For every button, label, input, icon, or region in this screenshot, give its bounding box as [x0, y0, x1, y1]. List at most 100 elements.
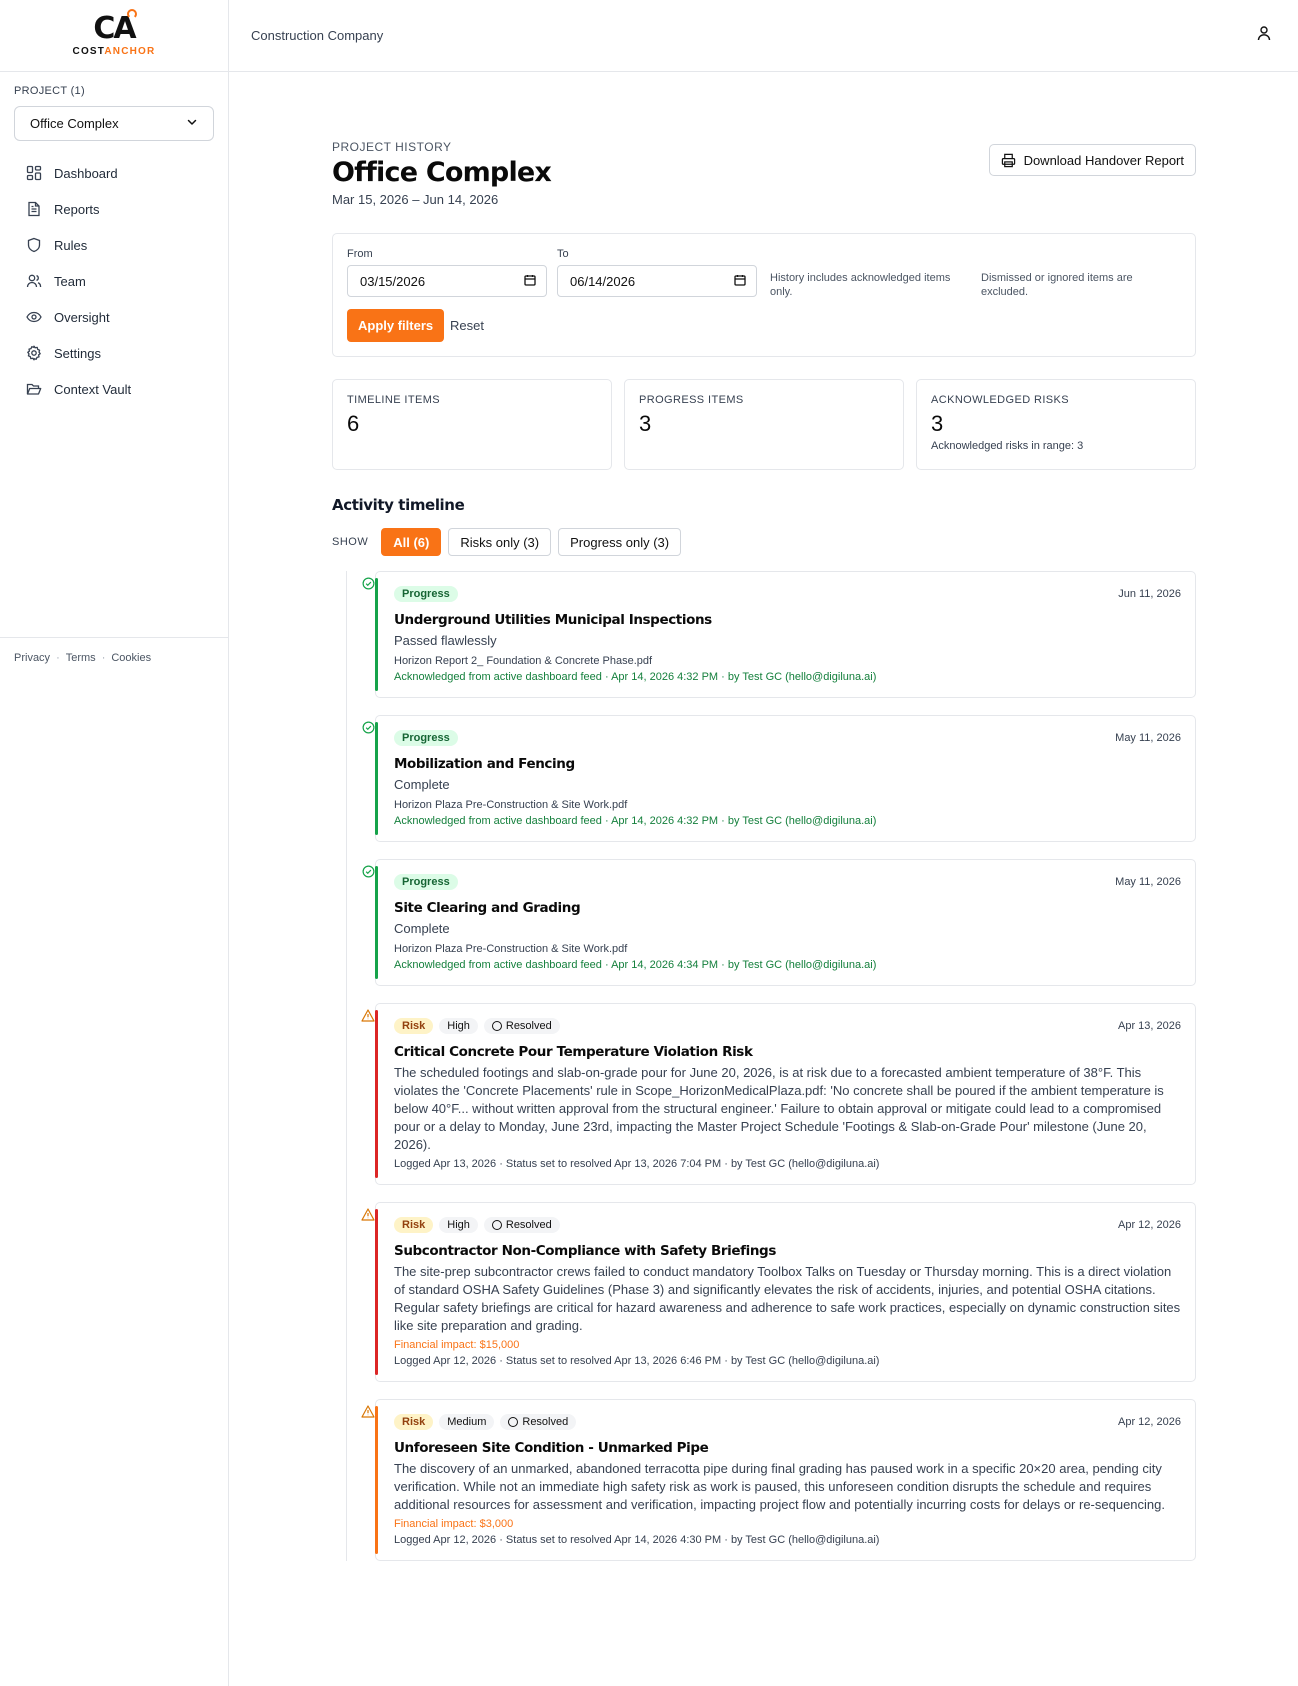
card-description: The site-prep subcontractor crews failed…: [394, 1264, 1181, 1333]
stat-value: 3: [639, 411, 652, 436]
sidebar-item-label: Settings: [54, 345, 101, 361]
sidebar-item-context-vault[interactable]: Context Vault: [0, 371, 228, 407]
footer-separator: ·: [56, 652, 60, 664]
card-source-file: Horizon Plaza Pre-Construction & Site Wo…: [394, 799, 628, 811]
excluded-note: Dismissed or ignored items are excluded.: [981, 272, 1133, 298]
dashboard-icon: [25, 164, 43, 182]
timeline-card[interactable]: Progress Jun 11, 2026 Underground Utilit…: [361, 571, 1196, 698]
card-date: Apr 13, 2026: [1118, 1020, 1181, 1032]
sidebar-item-label: Reports: [54, 201, 100, 217]
filter-chip-all[interactable]: All (6): [381, 528, 442, 556]
from-date-value: 03/15/2026: [360, 273, 426, 289]
card-title: Site Clearing and Grading: [394, 900, 581, 916]
apply-filters-button[interactable]: Apply filters: [347, 309, 445, 342]
company-name: Construction Company: [251, 28, 384, 43]
card-title: Subcontractor Non-Compliance with Safety…: [394, 1243, 776, 1259]
sidebar-nav: Dashboard Reports Rules Team Oversight S…: [0, 155, 228, 407]
card-title: Unforeseen Site Condition - Unmarked Pip…: [394, 1440, 709, 1456]
card-badges: Progress: [394, 586, 1181, 602]
status-badge-label: Resolved: [505, 1219, 552, 1231]
chevron-down-icon: [186, 116, 198, 131]
file-text-icon: [25, 200, 43, 218]
project-select[interactable]: Office Complex: [14, 106, 214, 141]
logo-mark: CA: [93, 9, 137, 44]
card-description: Complete: [394, 921, 450, 936]
stat-value: 6: [347, 411, 360, 436]
eye-icon: [25, 308, 43, 326]
timeline-card[interactable]: Risk High Resolved Apr 12, 2026 Subcontr…: [361, 1202, 1196, 1382]
stat-label: PROGRESS ITEMS: [639, 394, 744, 406]
card-title: Critical Concrete Pour Temperature Viola…: [394, 1044, 753, 1060]
timeline-line: [346, 571, 347, 1561]
logo-word-anchor: ANCHOR: [104, 46, 156, 57]
show-label: SHOW: [332, 536, 369, 548]
footer-separator: ·: [101, 652, 106, 664]
folder-open-icon: [25, 380, 43, 398]
card-badges: Risk High Resolved: [394, 1217, 1181, 1233]
stat-value: 3: [931, 411, 944, 436]
type-badge: Risk: [394, 1414, 434, 1430]
sidebar-item-reports[interactable]: Reports: [0, 191, 228, 227]
activity-timeline: Progress Jun 11, 2026 Underground Utilit…: [332, 571, 1196, 1561]
stat-progress-items: PROGRESS ITEMS 3: [624, 379, 904, 470]
sidebar-item-settings[interactable]: Settings: [0, 335, 228, 371]
sidebar-item-label: Team: [54, 273, 86, 289]
activity-timeline-title: Activity timeline: [332, 496, 465, 514]
check-circle-icon: [361, 720, 375, 734]
card-date: May 11, 2026: [1115, 876, 1181, 888]
timeline-card[interactable]: Progress May 11, 2026 Mobilization and F…: [361, 715, 1196, 842]
card-meta: Acknowledged from active dashboard feed …: [394, 671, 877, 683]
card-meta: Logged Apr 12, 2026 · Status set to reso…: [394, 1534, 880, 1546]
user-menu-button[interactable]: [1252, 24, 1276, 48]
reset-button[interactable]: Reset: [450, 318, 484, 333]
terms-link[interactable]: Terms: [66, 652, 96, 664]
sidebar-item-team[interactable]: Team: [0, 263, 228, 299]
circle-icon: [491, 1220, 502, 1230]
project-label: PROJECT (1): [14, 85, 85, 97]
financial-impact: Financial impact: $15,000: [394, 1339, 520, 1351]
card-meta: Acknowledged from active dashboard feed …: [394, 959, 877, 971]
sidebar-item-rules[interactable]: Rules: [0, 227, 228, 263]
filter-chip-risks-only[interactable]: Risks only (3): [448, 528, 552, 556]
logo[interactable]: CA COSTANCHOR: [0, 0, 228, 72]
status-badge-label: Resolved: [522, 1416, 569, 1428]
download-handover-report-button[interactable]: Download Handover Report: [988, 144, 1196, 176]
sidebar-item-dashboard[interactable]: Dashboard: [0, 155, 228, 191]
footer-links: Privacy · Terms · Cookies: [0, 637, 229, 664]
sidebar-item-label: Context Vault: [54, 381, 132, 397]
project-select-value: Office Complex: [30, 116, 119, 131]
sidebar-item-label: Dashboard: [54, 165, 118, 181]
severity-badge: High: [439, 1217, 478, 1233]
from-field-group: From 03/15/2026: [347, 248, 547, 297]
sidebar-item-oversight[interactable]: Oversight: [0, 299, 228, 335]
status-badge-label: Resolved: [505, 1020, 552, 1032]
cookies-link[interactable]: Cookies: [111, 652, 151, 664]
filter-chip-progress-only[interactable]: Progress only (3): [558, 528, 682, 556]
card-badges: Risk Medium Resolved: [394, 1414, 1181, 1430]
card-description: Complete: [394, 777, 450, 792]
timeline-card[interactable]: Progress May 11, 2026 Site Clearing and …: [361, 859, 1196, 986]
to-date-input[interactable]: 06/14/2026: [557, 265, 757, 297]
type-badge: Risk: [394, 1018, 434, 1034]
card-description: The discovery of an unmarked, abandoned …: [394, 1461, 1165, 1512]
warning-icon: [361, 1008, 375, 1022]
timeline-card[interactable]: Risk Medium Resolved Apr 12, 2026 Unfore…: [361, 1399, 1196, 1561]
stats-row: TIMELINE ITEMS 6 PROGRESS ITEMS 3 ACKNOW…: [332, 379, 1196, 470]
card-date: May 11, 2026: [1115, 732, 1181, 744]
timeline-card[interactable]: Risk High Resolved Apr 13, 2026 Critical…: [361, 1003, 1196, 1185]
timeline-filter-row: SHOW All (6) Risks only (3) Progress onl…: [332, 528, 1196, 556]
warning-icon: [361, 1207, 375, 1221]
card-date: Apr 12, 2026: [1118, 1416, 1181, 1428]
project-date-range: Mar 15, 2026 – Jun 14, 2026: [332, 192, 499, 207]
privacy-link[interactable]: Privacy: [14, 652, 50, 664]
card-description: The scheduled footings and slab-on-grade…: [394, 1065, 1164, 1152]
card-source-file: Horizon Plaza Pre-Construction & Site Wo…: [394, 943, 628, 955]
from-date-input[interactable]: 03/15/2026: [347, 265, 547, 297]
card-meta: Logged Apr 12, 2026 · Status set to reso…: [394, 1355, 880, 1367]
card-meta: Acknowledged from active dashboard feed …: [394, 815, 877, 827]
check-circle-icon: [361, 864, 375, 878]
to-date-value: 06/14/2026: [570, 273, 636, 289]
type-badge: Progress: [394, 874, 458, 890]
stat-subtext: Acknowledged risks in range: 3: [931, 440, 1084, 452]
filters-panel: From 03/15/2026 To 06/14/2026 History in…: [332, 233, 1196, 357]
